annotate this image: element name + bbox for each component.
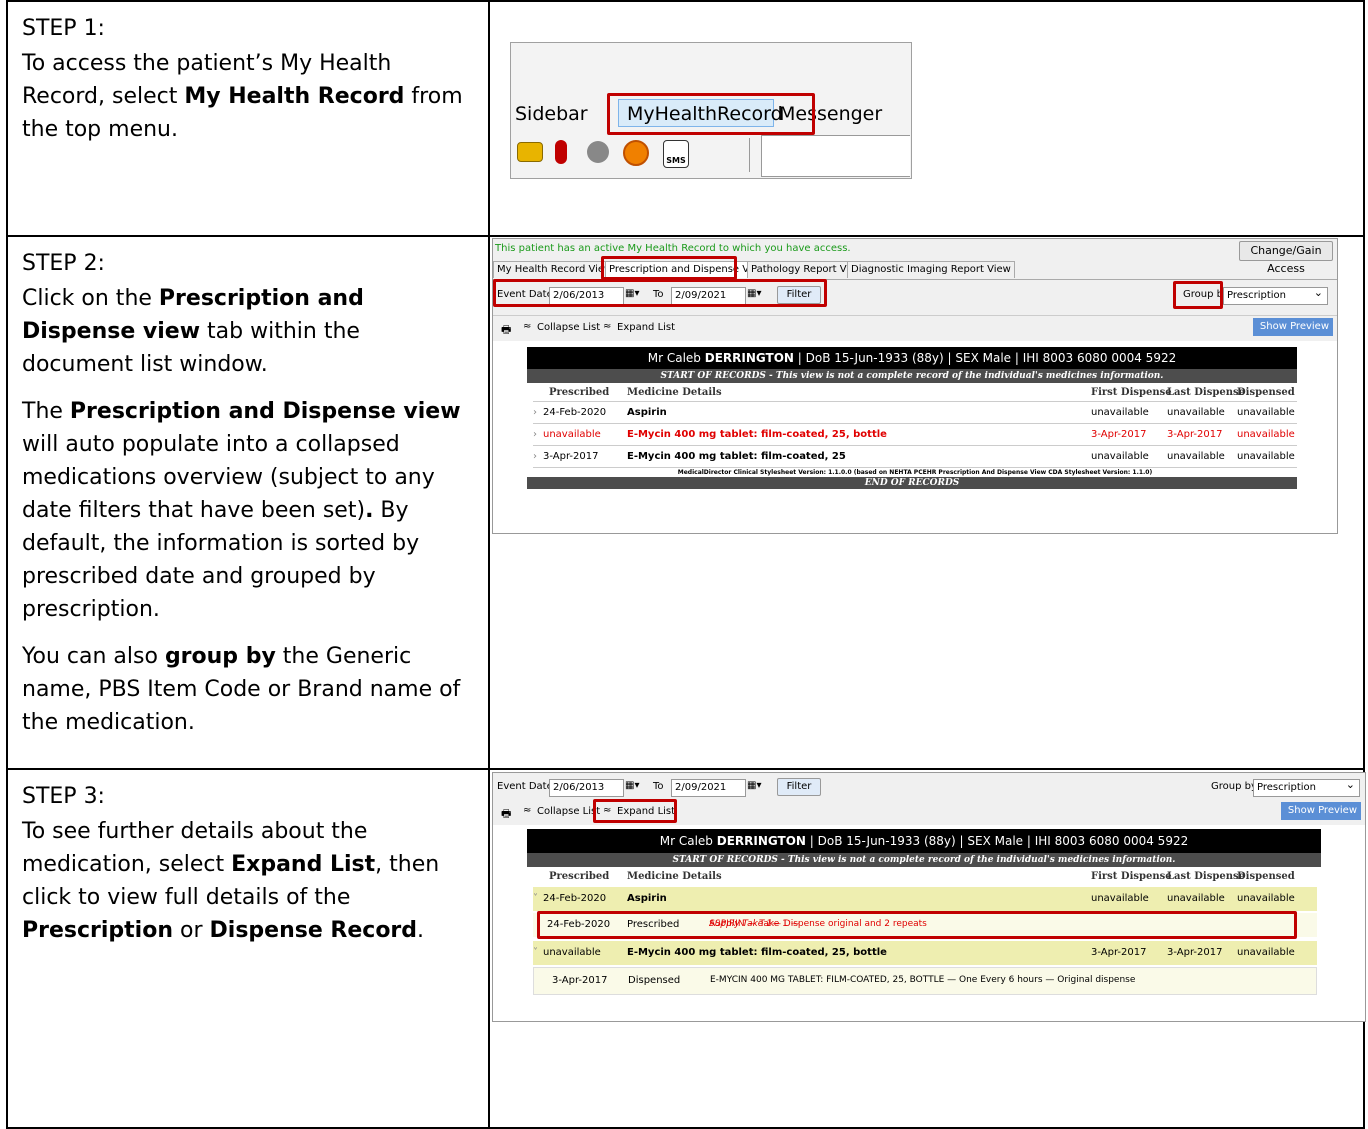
to-label: To [653, 781, 664, 792]
from-date-input[interactable]: 2/06/2013 [549, 779, 624, 797]
show-preview-button[interactable]: Show Preview [1253, 318, 1333, 336]
filter-highlight-box [493, 279, 827, 307]
table-row[interactable]: ˅ unavailable E-Mycin 400 mg tablet: fil… [533, 941, 1317, 965]
top-menu: Sidebar MyHealthRecord Messenger [511, 93, 909, 135]
access-message: This patient has an active My Health Rec… [495, 243, 851, 254]
group-by-label: Group by [1211, 781, 1257, 792]
tab-diagnostic-imaging[interactable]: Diagnostic Imaging Report View [847, 261, 1015, 278]
step2-image-cell: This patient has an active My Health Rec… [488, 235, 1365, 770]
table-row[interactable]: › 3-Apr-2017 E-Mycin 400 mg tablet: film… [533, 447, 1297, 468]
collapse-list-button[interactable]: Collapse List [537, 322, 600, 333]
patient-icon[interactable] [555, 140, 567, 164]
end-records-bar: END OF RECORDS [527, 477, 1297, 489]
collapse-list-button[interactable]: Collapse List [537, 806, 600, 817]
instruction-table: STEP 1: To access the patient’s My Healt… [6, 0, 1366, 1129]
collapse-icon[interactable]: ≈ [523, 805, 531, 816]
event-date-label: Event Date [497, 781, 553, 792]
step2-para2: The Prescription and Dispense view will … [22, 399, 461, 622]
prescription-highlight-box [537, 911, 1297, 939]
highlight-box [607, 93, 815, 135]
step2-screenshot: This patient has an active My Health Rec… [492, 238, 1338, 534]
step1-screenshot: Sidebar MyHealthRecord Messenger SMS [510, 42, 912, 179]
expand-list-button[interactable]: Expand List [617, 322, 675, 333]
step3-heading: STEP 3: [22, 784, 105, 809]
group-by-select[interactable]: Prescription [1223, 285, 1328, 305]
dispense-record-row[interactable]: 3-Apr-2017 Dispensed E-MYCIN 400 MG TABL… [533, 967, 1317, 995]
menu-sidebar[interactable]: Sidebar [515, 103, 588, 125]
group-by-select[interactable]: Prescription [1253, 777, 1360, 797]
show-preview-button[interactable]: Show Preview [1281, 802, 1361, 820]
step3-para: To see further details about the medicat… [22, 819, 440, 943]
search-field[interactable] [761, 135, 910, 177]
stylesheet-note: MedicalDirector Clinical Stylesheet Vers… [677, 469, 1153, 476]
step1-image-cell: Sidebar MyHealthRecord Messenger SMS [488, 0, 1365, 237]
records-panel: Mr Caleb DERRINGTON | DoB 15-Jun-1933 (8… [493, 341, 1337, 533]
patient-banner: Mr Caleb DERRINGTON | DoB 15-Jun-1933 (8… [527, 347, 1297, 369]
table-header: Prescribed Medicine Details First Dispen… [533, 385, 1297, 402]
to-date-input[interactable]: 2/09/2021 [671, 779, 746, 797]
sms-icon[interactable]: SMS [663, 140, 689, 168]
calendar-icon[interactable]: ▦▾ [625, 780, 639, 791]
step3-image-cell: Event Date 2/06/2013 ▦▾ To 2/09/2021 ▦▾ … [488, 768, 1366, 1129]
table-row[interactable]: › 24-Feb-2020 Aspirin unavailable unavai… [533, 403, 1297, 424]
table-header: Prescribed Medicine Details First Dispen… [549, 871, 1295, 882]
record-icon[interactable] [587, 141, 609, 163]
print-icon[interactable]: 🖶 [501, 321, 511, 340]
step2-heading: STEP 2: [22, 251, 105, 276]
collapse-icon[interactable]: ≈ [523, 321, 531, 332]
expand-highlight-box [593, 799, 677, 823]
filter-button[interactable]: Filter [777, 778, 821, 796]
step2-para1: Click on the Prescription and Dispense v… [22, 286, 364, 377]
step2-para3: You can also group by the Generic name, … [22, 644, 461, 735]
start-records-bar: START OF RECORDS - This view is not a co… [527, 853, 1321, 867]
table-row[interactable]: › unavailable E-Mycin 400 mg tablet: fil… [533, 425, 1297, 446]
calendar-icon[interactable]: ▦▾ [747, 780, 761, 791]
toolbar-separator [749, 138, 750, 172]
patient-banner: Mr Caleb DERRINGTON | DoB 15-Jun-1933 (8… [527, 829, 1321, 853]
step3-text-cell: STEP 3: To see further details about the… [6, 768, 490, 1129]
step1-text-cell: STEP 1: To access the patient’s My Healt… [6, 0, 490, 237]
table-row[interactable]: ˅ 24-Feb-2020 Aspirin unavailable unavai… [533, 887, 1317, 911]
change-access-button[interactable]: Change/Gain Access [1239, 241, 1333, 275]
expanded-medication-table: Prescribed Medicine Details First Dispen… [533, 869, 1317, 1019]
health-icon[interactable] [623, 140, 649, 166]
start-records-bar: START OF RECORDS - This view is not a co… [527, 369, 1297, 383]
group-by-highlight-box [1173, 281, 1223, 309]
step3-screenshot: Event Date 2/06/2013 ▦▾ To 2/09/2021 ▦▾ … [492, 772, 1366, 1022]
step1-instruction: To access the patient’s My Health Record… [22, 51, 463, 142]
page: STEP 1: To access the patient’s My Healt… [0, 0, 1368, 1129]
step1-heading: STEP 1: [22, 16, 105, 41]
print-icon[interactable]: 🖶 [501, 805, 511, 824]
open-folder-icon[interactable] [517, 142, 543, 162]
step2-text-cell: STEP 2: Click on the Prescription and Di… [6, 235, 490, 770]
expand-icon[interactable]: ≈ [603, 321, 611, 332]
tab-highlight-box [601, 256, 737, 280]
tab-my-health-record-view[interactable]: My Health Record View [493, 261, 617, 278]
